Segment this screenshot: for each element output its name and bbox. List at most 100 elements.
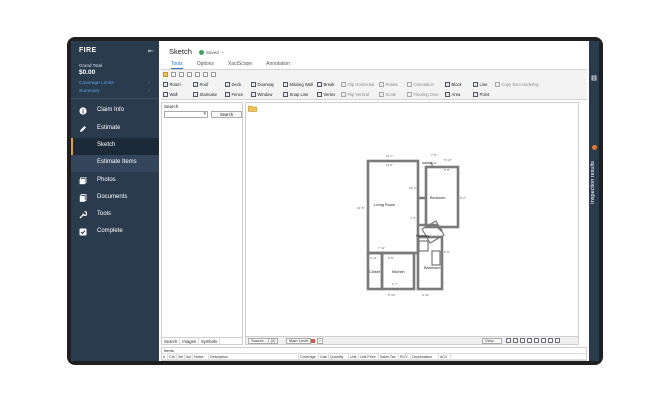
select-tool-icon[interactable] (163, 72, 168, 77)
deck-icon (225, 81, 230, 87)
vertex-icon (317, 91, 322, 97)
undo-icon[interactable] (171, 72, 176, 77)
grid-icon[interactable] (548, 338, 553, 343)
staircase-tool-button[interactable]: Staircase (193, 90, 217, 98)
zoom-in-icon[interactable] (527, 338, 532, 343)
doorway-tool-label: Doorway (257, 81, 275, 87)
collapse-sidebar-icon[interactable]: ⇤ (148, 47, 154, 55)
search-category-select[interactable] (164, 111, 208, 118)
sidebar-item-photos[interactable]: Photos (71, 173, 159, 190)
col-header[interactable]: Calc (319, 354, 329, 359)
photos-icon (79, 177, 87, 185)
tab-annotation[interactable]: Annotation (266, 61, 290, 69)
col-header[interactable]: Sel (177, 354, 185, 359)
tab-images[interactable]: Images (180, 338, 200, 344)
sidebar-item-documents[interactable]: Documents (71, 190, 159, 207)
add-level-button[interactable]: + (317, 338, 323, 344)
col-header[interactable]: Unit Price (359, 354, 379, 359)
col-header[interactable]: Coverage (299, 354, 319, 359)
delete-icon[interactable] (195, 72, 200, 77)
paste-icon[interactable] (187, 72, 192, 77)
col-header[interactable]: Unit (349, 354, 359, 359)
sidebar-item-claim-info[interactable]: Claim Info (71, 103, 159, 120)
tab-tools[interactable]: Tools (171, 61, 183, 69)
col-header[interactable]: ACV (439, 354, 451, 359)
snap-line-tool-button[interactable]: Snap Line (283, 90, 308, 98)
dim-label: 6' 5" (444, 250, 450, 254)
export-icon[interactable] (211, 72, 216, 77)
sidebar-item-estimate[interactable]: Estimate (71, 121, 159, 138)
tab-search[interactable]: Search (162, 338, 181, 344)
point-tool-label: Point (479, 91, 490, 97)
orientation-button[interactable]: Orientation (407, 80, 434, 88)
missing-wall-tool-button[interactable]: Missing Wall (283, 80, 313, 88)
roof-tool-button[interactable]: Roof (193, 80, 208, 88)
sidebar-item-sketch[interactable]: Sketch (71, 138, 159, 155)
point-tool-button[interactable]: Point (473, 90, 489, 98)
copy-from-underlay-button[interactable]: Copy from Underlay (495, 80, 539, 88)
fit-icon[interactable] (506, 338, 511, 343)
coverage-limits-link[interactable]: Coverage Limits › (79, 81, 150, 86)
col-header[interactable]: Cat (168, 354, 177, 359)
close-level-icon[interactable] (311, 339, 315, 343)
col-header[interactable]: Notes (193, 354, 209, 359)
break-icon (317, 81, 322, 87)
source-select[interactable]: Source - 1 (2) (248, 338, 279, 344)
tab-options[interactable]: Options (197, 61, 214, 69)
device-frame: FIRE ⇤ Grand Total $0.00 Coverage Limits… (67, 37, 603, 365)
deck-tool-button[interactable]: Deck (225, 80, 241, 88)
snap-line-icon (283, 91, 288, 97)
summary-link[interactable]: Summary › (79, 89, 150, 94)
fence-tool-button[interactable]: Fence (225, 90, 243, 98)
saved-status[interactable]: Saved ⌄ (199, 49, 225, 55)
sketch-canvas[interactable]: Living Room Bedroom Hallway Closet Kitch… (245, 102, 579, 345)
line-tool-button[interactable]: Line (473, 80, 487, 88)
expand-panel-icon[interactable] (591, 75, 597, 81)
missing-wall-tool-label: Missing Wall (289, 81, 313, 87)
search-button[interactable]: Search (211, 111, 242, 118)
floor-plan[interactable]: Living Room Bedroom Hallway Closet Kitch… (246, 103, 580, 338)
col-header[interactable]: Sales Tax (379, 354, 399, 359)
inspection-results-rail[interactable]: Inspection results (589, 41, 599, 361)
col-header[interactable]: RCV (399, 354, 411, 359)
checkbox-icon (79, 228, 87, 236)
doorway-tool-button[interactable]: Doorway (251, 80, 274, 88)
dim-label: 5' 10" (444, 158, 451, 162)
tab-symbols[interactable]: Symbols (199, 338, 221, 344)
layers-icon[interactable] (555, 338, 560, 343)
vertex-tool-button[interactable]: Vertex (317, 90, 335, 98)
zoom-window-icon[interactable] (534, 338, 539, 343)
block-tool-button[interactable]: Block (445, 80, 462, 88)
col-header[interactable]: Act (185, 354, 193, 359)
zoom-reset-icon[interactable] (541, 338, 546, 343)
wall-tool-button[interactable]: Wall (163, 90, 178, 98)
level-tab-main[interactable]: Main Level (286, 338, 312, 344)
copy-icon[interactable] (179, 72, 184, 77)
flip-vertical-button[interactable]: Flip Vertical (341, 90, 369, 98)
col-header[interactable]: Depreciation (411, 354, 439, 359)
dim-label: 5' 8" (444, 168, 450, 172)
tab-xactscope[interactable]: XactScope (228, 61, 252, 69)
break-tool-button[interactable]: Break (317, 80, 334, 88)
room-tool-button[interactable]: Room (163, 80, 181, 88)
window-tool-button[interactable]: Window (251, 90, 272, 98)
rotate-button[interactable]: Rotate (379, 80, 398, 88)
search-panel-header: Search (164, 104, 179, 109)
col-header[interactable]: Description (209, 354, 299, 359)
view-select[interactable]: View (482, 338, 502, 344)
print-icon[interactable] (203, 72, 208, 77)
doorway-icon (251, 81, 256, 87)
sidebar-item-complete[interactable]: Complete (71, 224, 159, 241)
sidebar-item-tools[interactable]: Tools (71, 207, 159, 224)
flip-horizontal-button[interactable]: Flip Horizontal (341, 80, 374, 88)
col-header[interactable]: Quantity (329, 354, 349, 359)
items-panel: Items # Cat Sel Act Notes Description Co… (161, 347, 587, 361)
scale-button[interactable]: Scale (379, 90, 396, 98)
zoom-out-icon[interactable] (520, 338, 525, 343)
dim-label: 5' 11" (430, 161, 437, 165)
sidebar-item-estimate-items[interactable]: Estimate Items (71, 155, 159, 172)
pan-icon[interactable] (513, 338, 518, 343)
area-tool-button[interactable]: Area (445, 90, 460, 98)
sidebar-item-label: Estimate (97, 125, 121, 131)
flooring-over-button[interactable]: Flooring Over (407, 90, 439, 98)
